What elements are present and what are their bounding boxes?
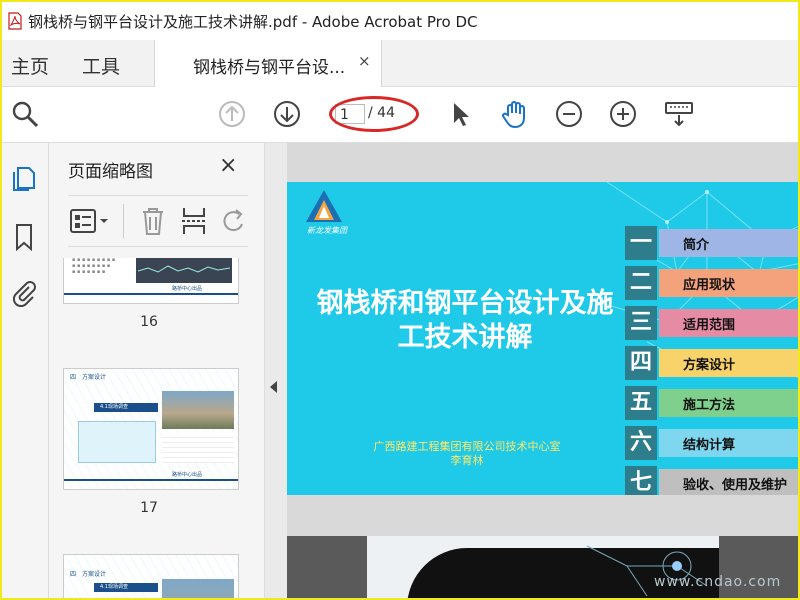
thumbnail-header: 四 方案设计: [70, 571, 107, 578]
document-view: 新龙发集团 钢栈桥和钢平台设计及施 工技术讲解 广西路建工程集团有限公司技术中心…: [287, 143, 798, 598]
keyboard-icon[interactable]: [664, 99, 694, 129]
toc-bar: 方案设计: [659, 349, 798, 377]
panel-title: 页面缩略图: [68, 162, 153, 182]
document-tab-label: 钢栈桥与钢平台设...: [193, 58, 346, 78]
toc-label: 应用现状: [683, 278, 736, 293]
toc-number: 三: [625, 306, 657, 340]
tab-tools[interactable]: 工具: [82, 52, 120, 79]
thumbnail-table: [162, 433, 234, 463]
toc-label: 方案设计: [683, 358, 736, 373]
logo-text: 新龙发集团: [307, 226, 347, 235]
panel-collapse-strip[interactable]: [265, 143, 287, 598]
delete-icon[interactable]: [140, 206, 166, 236]
thumbnail-footer: 路桥中心出品: [172, 472, 203, 478]
title-bar: 钢栈桥与钢平台设计及施工技术讲解.pdf - Adobe Acrobat Pro…: [2, 2, 798, 40]
toc-label: 适用范围: [683, 318, 736, 333]
network-graphic: [586, 545, 708, 597]
toc-number: 六: [625, 426, 657, 460]
attachment-icon[interactable]: [11, 279, 37, 307]
toc-bar: 施工方法: [659, 389, 798, 417]
close-panel-button[interactable]: ×: [219, 153, 237, 178]
options-menu-icon[interactable]: [70, 208, 110, 234]
pdf-page-1: 新龙发集团 钢栈桥和钢平台设计及施 工技术讲解 广西路建工程集团有限公司技术中心…: [287, 182, 798, 495]
thumbnail-section: 4.1现场调查: [94, 403, 158, 412]
thumbnail-header: 四 方案设计: [70, 374, 107, 381]
toolbar: 1 / 44: [2, 87, 798, 143]
toc-number: 二: [625, 266, 657, 300]
toc-number: 五: [625, 386, 657, 420]
thumbnail-chart-lines: [137, 265, 231, 273]
page-thumbnails-icon[interactable]: [11, 165, 37, 193]
thumbnail-footer-line: [64, 293, 238, 295]
toc-number: 一: [625, 226, 657, 260]
thumbnail-page-number: 16: [140, 314, 158, 330]
zoom-out-icon[interactable]: [554, 99, 584, 129]
toc-label: 简介: [683, 238, 710, 253]
tab-home[interactable]: 主页: [11, 52, 49, 79]
thumbnail-chart: [136, 258, 232, 283]
next-page-icon[interactable]: [272, 99, 302, 129]
page-thumbnail-17[interactable]: 四 方案设计 4.1现场调查 路桥中心出品: [63, 368, 239, 490]
thumbnail-photo: [162, 391, 234, 429]
toc-label: 施工方法: [683, 398, 736, 413]
collapse-arrow-icon[interactable]: [270, 381, 277, 393]
acrobat-logo-icon: [8, 12, 22, 30]
rotate-icon[interactable]: [222, 206, 248, 236]
app-window: 钢栈桥与钢平台设计及施工技术讲解.pdf - Adobe Acrobat Pro…: [0, 0, 800, 600]
toc-label: 结构计算: [683, 438, 736, 453]
company-logo-icon: [306, 190, 342, 222]
page-thumbnail-18[interactable]: 四 方案设计 4.1现场调查: [63, 554, 239, 598]
watermark: www.cndao.com: [654, 574, 782, 590]
slide-title-line2: 工技术讲解: [397, 322, 533, 353]
select-cursor-icon[interactable]: [446, 99, 476, 129]
thumbnail-text: ▪ ▪ ▪ ▪ ▪ ▪ ▪ ▪ ▪ ▪ ▪ ▪ ▪ ▪ ▪ ▪ ▪ ▪ ▪ ▪ ▪ …: [72, 258, 116, 275]
thumbnail-section: 4.1现场调查: [94, 583, 158, 592]
toc-bar: 应用现状: [659, 269, 798, 297]
thumbnail-page-number: 17: [140, 500, 158, 516]
tab-document[interactable]: 钢栈桥与钢平台设... ×: [154, 40, 382, 87]
slide-author: 李育林: [450, 454, 484, 467]
thumbnail-footer-line: [64, 479, 238, 481]
toc-bar: 适用范围: [659, 309, 798, 337]
close-tab-button[interactable]: ×: [358, 52, 371, 70]
hand-tool-icon[interactable]: [500, 99, 530, 129]
tab-bar: 主页 工具 钢栈桥与钢平台设... ×: [2, 40, 798, 87]
bookmark-icon[interactable]: [11, 223, 37, 251]
window-title: 钢栈桥与钢平台设计及施工技术讲解.pdf - Adobe Acrobat Pro…: [28, 13, 478, 31]
thumbnail-list: ▪ ▪ ▪ ▪ ▪ ▪ ▪ ▪ ▪ ▪ ▪ ▪ ▪ ▪ ▪ ▪ ▪ ▪ ▪ ▪ ▪ …: [49, 258, 249, 598]
search-icon[interactable]: [10, 99, 40, 129]
pdf-page-2: [287, 536, 798, 598]
toc-bar: 简介: [659, 229, 798, 257]
highlight-ellipse: [329, 96, 419, 132]
toolbar-divider: [123, 204, 124, 238]
toc-bar: 验收、使用及维护: [659, 469, 798, 495]
page-thumbnail-16[interactable]: ▪ ▪ ▪ ▪ ▪ ▪ ▪ ▪ ▪ ▪ ▪ ▪ ▪ ▪ ▪ ▪ ▪ ▪ ▪ ▪ ▪ …: [63, 258, 239, 304]
panel-toolbar: [68, 195, 248, 247]
thumbnail-photo: [162, 579, 234, 598]
thumbnail-panel: 页面缩略图 × ▪ ▪ ▪ ▪ ▪ ▪ ▪ ▪ ▪ ▪ ▪ ▪ ▪ ▪ ▪ ▪ …: [49, 143, 302, 598]
previous-page-icon[interactable]: [217, 99, 247, 129]
toc-label: 验收、使用及维护: [683, 478, 788, 493]
toc-number: 七: [625, 466, 657, 495]
thumbnail-textbox: [78, 421, 156, 463]
toc-bar: 结构计算: [659, 429, 798, 457]
zoom-in-icon[interactable]: [608, 99, 638, 129]
toc-number: 四: [625, 346, 657, 380]
slide-title: 钢栈桥和钢平台设计及施 工技术讲解: [305, 287, 625, 355]
thumbnail-footer: 路桥中心出品: [172, 286, 203, 292]
crop-pages-icon[interactable]: [180, 206, 208, 236]
slide-title-line1: 钢栈桥和钢平台设计及施: [316, 288, 614, 319]
left-rail: [2, 143, 49, 598]
